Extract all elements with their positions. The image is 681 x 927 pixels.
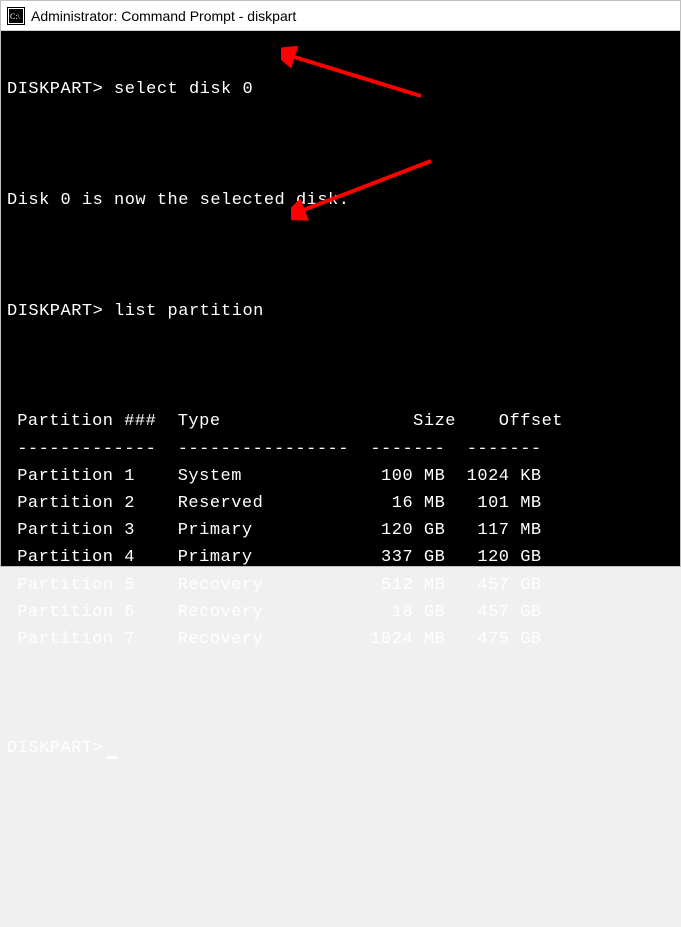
prompt-line-3: DISKPART> bbox=[7, 735, 670, 762]
blank-line bbox=[7, 243, 670, 270]
header-offset: Offset bbox=[488, 412, 563, 431]
command-2: list partition bbox=[114, 302, 264, 321]
cmd-icon: C:\ bbox=[7, 7, 25, 25]
prompt-line-1: DISKPART> select disk 0 bbox=[7, 76, 670, 103]
window-title: Administrator: Command Prompt - diskpart bbox=[31, 8, 296, 24]
command-1: select disk 0 bbox=[114, 80, 253, 99]
table-row: Partition 3 Primary 120 GB 117 MB bbox=[17, 521, 541, 540]
table-row: Partition 6 Recovery 18 GB 457 GB bbox=[17, 603, 541, 622]
table-row: Partition 1 System 100 MB 1024 KB bbox=[17, 467, 541, 486]
header-size: Size bbox=[370, 412, 456, 431]
blank-line bbox=[7, 680, 670, 707]
prompt-line-2: DISKPART> list partition bbox=[7, 298, 670, 325]
blank-line bbox=[7, 354, 670, 381]
table-row: Partition 2 Reserved 16 MB 101 MB bbox=[17, 494, 541, 513]
header-type: Type bbox=[178, 412, 371, 431]
command-prompt-window: C:\ Administrator: Command Prompt - disk… bbox=[0, 0, 681, 567]
table-divider-row: ------------- ---------------- ------- -… bbox=[17, 440, 541, 459]
table-row: Partition 7 Recovery 1024 MB 475 GB bbox=[17, 630, 541, 649]
svg-text:C:\: C:\ bbox=[10, 12, 21, 21]
prompt: DISKPART> bbox=[7, 302, 103, 321]
table-row: Partition 5 Recovery 512 MB 457 GB bbox=[17, 576, 541, 595]
blank-line bbox=[7, 133, 670, 160]
cursor bbox=[107, 756, 117, 759]
table-row: Partition 4 Primary 337 GB 120 GB bbox=[17, 548, 541, 567]
terminal-output[interactable]: DISKPART> select disk 0 Disk 0 is now th… bbox=[1, 31, 680, 566]
prompt: DISKPART> bbox=[7, 739, 103, 758]
table-header-row: Partition ### Type Size Offset bbox=[17, 412, 563, 431]
titlebar[interactable]: C:\ Administrator: Command Prompt - disk… bbox=[1, 1, 680, 31]
response-1: Disk 0 is now the selected disk. bbox=[7, 187, 670, 214]
partition-table: Partition ### Type Size Offset ---------… bbox=[17, 408, 670, 653]
prompt: DISKPART> bbox=[7, 80, 103, 99]
header-partition: Partition ### bbox=[17, 412, 178, 431]
